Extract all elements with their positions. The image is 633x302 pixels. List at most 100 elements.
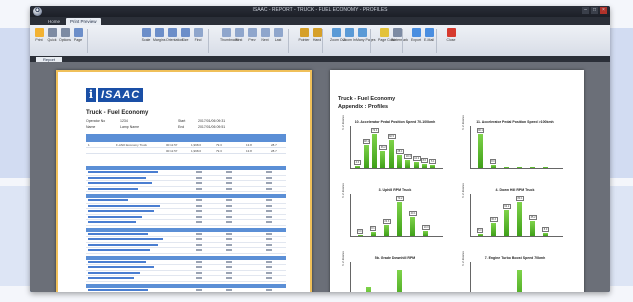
row-value: [266, 243, 272, 246]
tab-print-preview[interactable]: Print Preview: [66, 18, 101, 25]
row-value: [196, 204, 202, 207]
row-link[interactable]: [88, 182, 152, 184]
ribbon-button-page[interactable]: Page: [72, 28, 84, 48]
ribbon-button-export[interactable]: Export: [410, 28, 422, 48]
row-value: [196, 171, 202, 173]
chart-data-label: 80.1: [516, 196, 524, 201]
meta-value: 2017/01/06 09:31: [198, 119, 226, 123]
chart-data-label: 10.0: [422, 225, 431, 231]
table-row: 00:11:57 1,998.0 79.3 13.8 28.7: [86, 148, 286, 154]
ribbon-button-pointer[interactable]: Pointer: [298, 28, 310, 48]
chart-bar: [430, 165, 436, 168]
table-row: [86, 276, 286, 282]
row-value: [196, 243, 202, 246]
row-link[interactable]: [88, 266, 154, 268]
tab-home[interactable]: Home: [44, 18, 64, 25]
chart-bar: [370, 232, 376, 236]
logo-text: ISAAC: [98, 88, 144, 102]
ribbon-button-print[interactable]: Print: [33, 28, 45, 48]
ribbon-button-zoom-out[interactable]: Zoom Out: [330, 28, 346, 48]
chart-bar: [477, 134, 483, 168]
chart-ylabel: % of distance: [462, 182, 465, 198]
window-controls: – □ ×: [582, 7, 607, 14]
row-value: [196, 271, 202, 274]
ribbon-button-label: Orientation: [166, 38, 184, 42]
row-link[interactable]: [88, 243, 158, 246]
ribbon-group-separator: [436, 29, 437, 53]
row-value: [266, 187, 272, 190]
ribbon-button-label: E-Mail: [424, 38, 434, 42]
row-value: [266, 221, 272, 223]
ribbon-button-page-color[interactable]: Page Color: [378, 28, 396, 48]
ribbon-button-zoom-in[interactable]: Zoom In: [343, 28, 356, 48]
chart-bar: [503, 166, 509, 168]
row-value: [266, 260, 272, 263]
report-page-2: Truck - Fuel Economy Appendix : Profiles…: [330, 70, 584, 292]
row-link[interactable]: [88, 271, 140, 274]
row-value: [226, 249, 232, 251]
chart-bar: [397, 202, 402, 236]
ribbon-button-next[interactable]: Next: [259, 28, 271, 48]
ribbon-button-size[interactable]: Size: [179, 28, 191, 48]
maximize-icon[interactable]: □: [591, 7, 598, 14]
ribbon-button-close[interactable]: Close: [445, 28, 457, 48]
ribbon-button-find[interactable]: Find: [192, 28, 204, 48]
chart-data-label: 28.1: [396, 148, 404, 154]
chart-bar: [388, 139, 394, 168]
chart-ylabel: % of distance: [462, 114, 465, 130]
row-link[interactable]: [88, 187, 138, 190]
chart-title: 7. Engine Turbo Boost Speed 70kmh: [484, 256, 546, 260]
chart-data-label: 3.0: [356, 228, 364, 234]
ribbon-button-orientation[interactable]: Orientation: [166, 28, 184, 48]
appendix-subtitle: Appendix : Profiles: [338, 104, 389, 110]
chart-data-label: 60.5: [387, 133, 396, 139]
meta-value: Lamp Name: [120, 125, 140, 129]
ribbon-button-quick[interactable]: Quick: [46, 28, 58, 48]
row-value: [266, 199, 272, 201]
row-link[interactable]: [88, 204, 160, 207]
row-link[interactable]: [88, 215, 142, 218]
close-icon[interactable]: ×: [600, 7, 607, 14]
row-value: [226, 266, 232, 268]
row-value: [196, 266, 202, 268]
ribbon-button-margins[interactable]: Margins: [153, 28, 165, 48]
ribbon-group-separator: [208, 29, 209, 53]
chart-title: 4. Down Hill RPM Truck: [495, 188, 535, 192]
row-link[interactable]: [88, 171, 158, 173]
scale-icon: [141, 28, 151, 37]
chart-title: 3. Uphill RPM Truck: [378, 188, 412, 192]
ribbon-button-options[interactable]: Options: [59, 28, 71, 48]
thumbnails-icon: [221, 28, 231, 37]
row-link[interactable]: [88, 238, 163, 240]
chart-plot-area: % of distance 5.0 30.4 62.2 80.1 35.2 8.0: [462, 183, 563, 237]
ribbon-button-prev[interactable]: Prev: [246, 28, 258, 48]
chart-bar: [543, 232, 549, 236]
row-value: [226, 238, 232, 240]
minimize-icon[interactable]: –: [582, 7, 589, 14]
ribbon-button-many-pages[interactable]: Many Pages: [356, 28, 375, 48]
row-link[interactable]: [88, 232, 148, 235]
row-link[interactable]: [88, 210, 154, 212]
many-pages-icon: [357, 28, 367, 37]
row-link[interactable]: [88, 288, 148, 291]
row-value: [226, 271, 232, 274]
table-cell: 28.7: [271, 143, 277, 147]
chart-bar: [363, 145, 369, 168]
row-link[interactable]: [88, 176, 146, 179]
ribbon-button-e-mail[interactable]: E-Mail: [423, 28, 435, 48]
ribbon-button-first[interactable]: First: [233, 28, 245, 48]
ribbon-button-thumbnails[interactable]: Thumbnails: [220, 28, 238, 48]
ribbon-button-scale[interactable]: Scale: [140, 28, 152, 48]
ribbon-button-last[interactable]: Last: [272, 28, 284, 48]
row-link[interactable]: [88, 249, 150, 251]
row-link[interactable]: [88, 221, 136, 223]
chart-data-label: 22.3: [382, 219, 391, 225]
detail-table: [86, 164, 286, 292]
preview-workspace[interactable]: i ISAAC Truck - Fuel Economy Operator No…: [30, 62, 610, 292]
row-link[interactable]: [88, 260, 146, 263]
row-value: [226, 182, 232, 184]
row-link[interactable]: [88, 199, 128, 201]
row-value: [266, 182, 272, 184]
chart-data-label: 35.2: [529, 215, 538, 221]
row-link[interactable]: [88, 277, 134, 279]
